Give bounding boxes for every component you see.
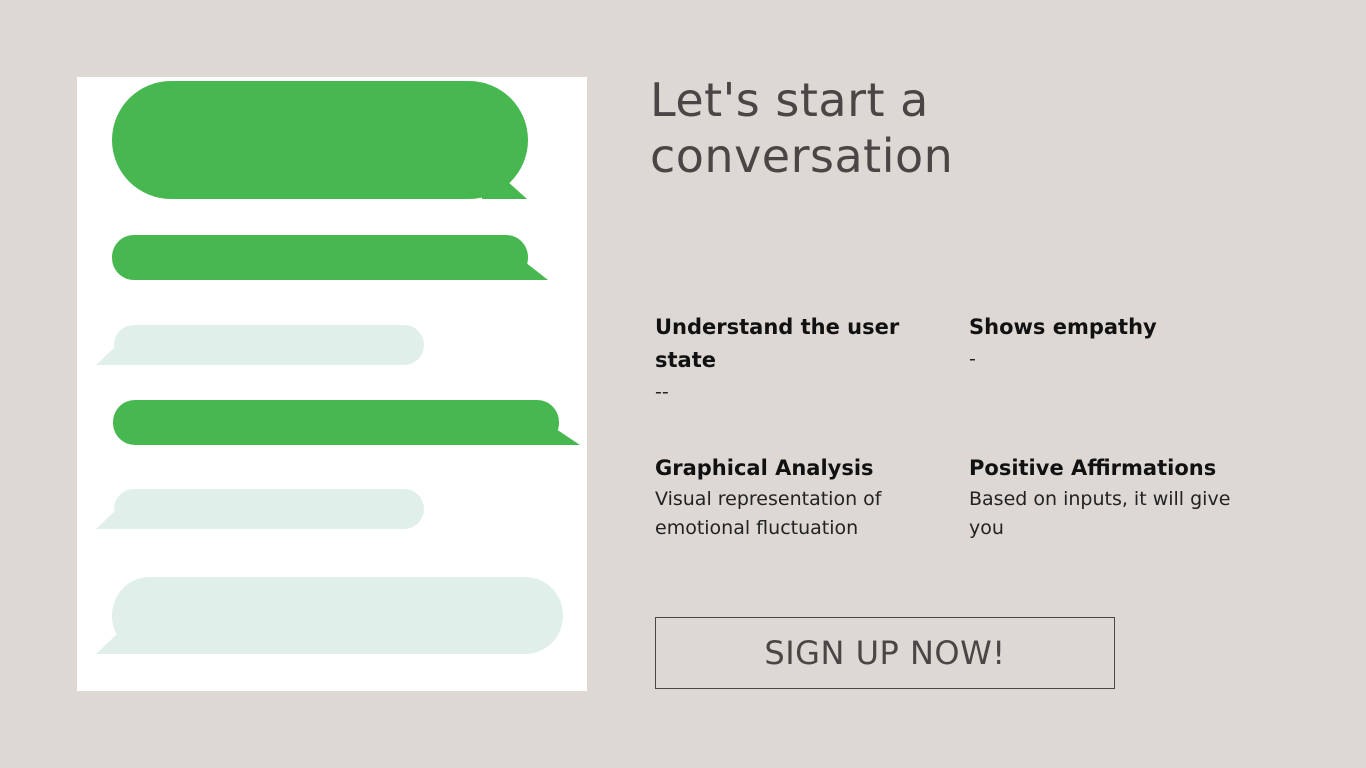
received-bubble <box>96 325 424 365</box>
feature-description: -- <box>655 381 669 403</box>
feature-description: - <box>969 348 976 370</box>
sent-bubble <box>113 400 580 445</box>
feature-graphical-analysis: Graphical Analysis Visual representation… <box>655 452 945 543</box>
feature-title: Positive Affirmations <box>969 456 1217 480</box>
sent-bubble <box>112 81 528 199</box>
page-title: Let's start a conversation <box>650 73 954 183</box>
received-bubble <box>96 577 563 654</box>
feature-description: Based on inputs, it will give you <box>969 488 1231 539</box>
chat-bubbles-graphic <box>96 81 580 654</box>
feature-title: Shows empathy <box>969 315 1157 339</box>
feature-positive-affirmations: Positive Affirmations Based on inputs, i… <box>969 452 1269 543</box>
received-bubble <box>96 489 424 529</box>
feature-description: Visual representation of emotional fluct… <box>655 488 882 539</box>
feature-understand-user-state: Understand the user state -- <box>655 311 945 407</box>
sign-up-button[interactable]: SIGN UP NOW! <box>655 617 1115 689</box>
chat-illustration <box>77 77 587 691</box>
feature-shows-empathy: Shows empathy - <box>969 311 1269 374</box>
sent-bubble <box>112 235 548 280</box>
feature-title: Understand the user state <box>655 315 900 372</box>
feature-title: Graphical Analysis <box>655 456 874 480</box>
